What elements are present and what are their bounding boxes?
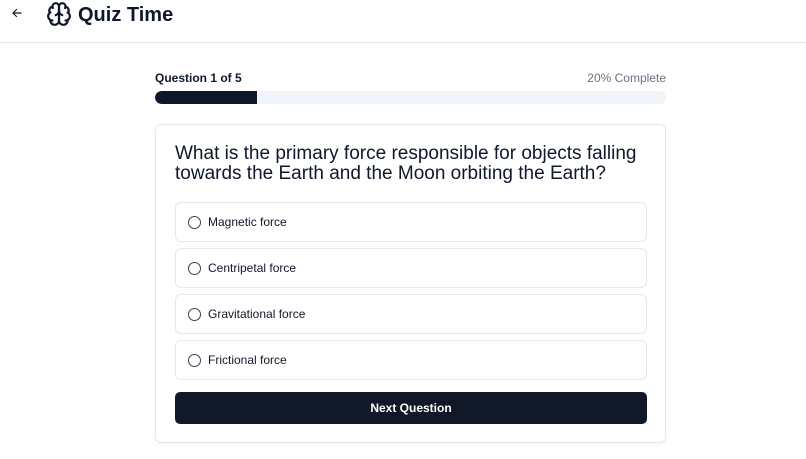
question-counter: Question 1 of 5 — [155, 71, 242, 85]
radio-button[interactable] — [188, 353, 201, 367]
question-text: What is the primary force responsible fo… — [175, 143, 637, 184]
back-button[interactable] — [8, 4, 26, 22]
radio-button[interactable] — [188, 215, 201, 229]
answer-option-label: Frictional force — [208, 353, 287, 367]
progress-bar-fill — [155, 91, 258, 104]
answer-option-label: Centripetal force — [208, 261, 297, 275]
percent-complete: 20% Complete — [587, 71, 666, 85]
answer-option-magnetic[interactable]: Magnetic force — [175, 202, 647, 242]
progress-bar — [155, 91, 666, 104]
app-title: Quiz Time — [78, 4, 174, 26]
next-question-button[interactable]: Next Question — [175, 392, 647, 424]
answer-option-gravitational[interactable]: Gravitational force — [175, 294, 647, 334]
question-card: What is the primary force responsible fo… — [155, 124, 666, 443]
answer-option-label: Magnetic force — [208, 215, 287, 229]
radio-button[interactable] — [188, 307, 201, 321]
progress-header: Question 1 of 5 20% Complete — [155, 70, 666, 86]
arrow-left-icon — [12, 8, 22, 18]
progress-section: Question 1 of 5 20% Complete — [155, 70, 666, 104]
radio-button[interactable] — [188, 261, 201, 275]
brain-icon — [47, 2, 71, 26]
answer-option-label: Gravitational force — [208, 307, 306, 321]
answer-option-centripetal[interactable]: Centripetal force — [175, 248, 647, 288]
answer-option-frictional[interactable]: Frictional force — [175, 340, 647, 380]
app-header: Quiz Time — [0, 0, 806, 43]
